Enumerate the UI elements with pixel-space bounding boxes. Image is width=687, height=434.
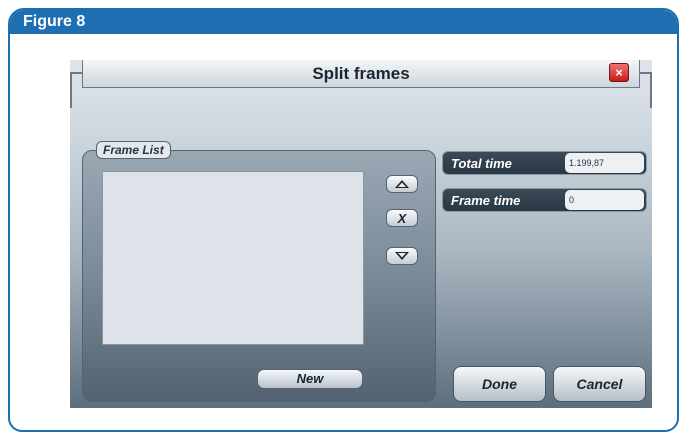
figure-label: Figure 8 xyxy=(23,13,86,30)
triangle-down-icon xyxy=(395,252,409,260)
frame-time-field: Frame time 0 xyxy=(442,188,647,212)
total-time-input[interactable]: 1.199,87 xyxy=(565,153,644,173)
triangle-up-icon xyxy=(395,180,409,188)
done-button[interactable]: Done xyxy=(453,366,546,402)
cancel-button[interactable]: Cancel xyxy=(553,366,646,402)
window-title: Split frames xyxy=(312,64,410,83)
split-frames-window: Split frames × Frame List X New Total ti… xyxy=(70,60,652,408)
close-button[interactable]: × xyxy=(609,63,629,82)
frame-list-box[interactable] xyxy=(102,171,364,345)
delete-frame-button[interactable]: X xyxy=(386,209,418,227)
frame-list-group: Frame List X New xyxy=(82,141,436,402)
frame-time-input[interactable]: 0 xyxy=(565,190,644,210)
frame-time-label: Frame time xyxy=(451,193,521,208)
window-edge-right-vertical xyxy=(650,72,652,108)
title-bar: Split frames × xyxy=(82,60,640,88)
new-frame-button[interactable]: New xyxy=(257,369,363,389)
figure-header: Figure 8 xyxy=(10,10,677,34)
frame-list-legend: Frame List xyxy=(96,141,171,159)
total-time-field: Total time 1.199,87 xyxy=(442,151,647,175)
total-time-label: Total time xyxy=(451,156,512,171)
delete-label: X xyxy=(397,211,407,226)
window-edge-left-vertical xyxy=(70,72,72,108)
move-up-button[interactable] xyxy=(386,175,418,193)
move-down-button[interactable] xyxy=(386,247,418,265)
